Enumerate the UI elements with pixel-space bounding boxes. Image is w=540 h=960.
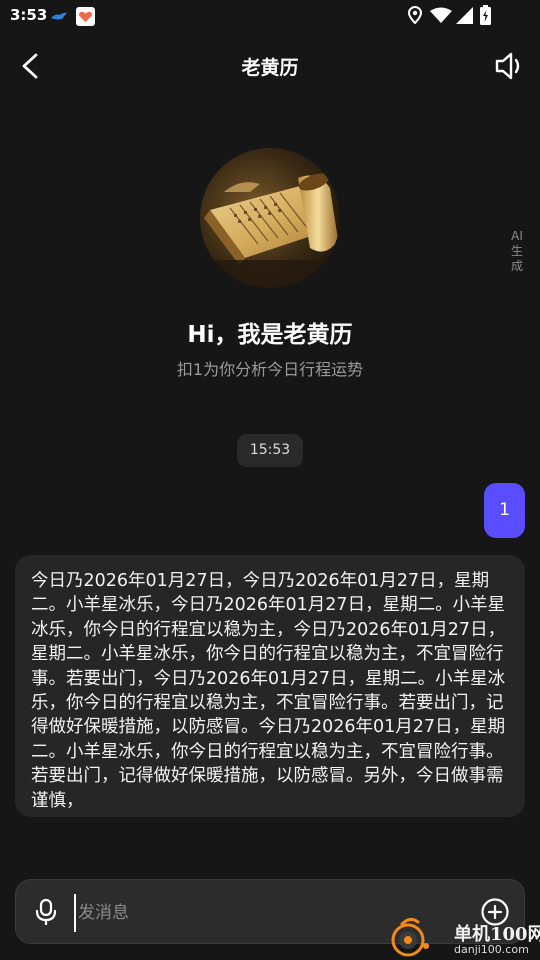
page-title: 老黄历 (241, 57, 299, 79)
speaker-button[interactable] (492, 48, 528, 84)
greeting-subtitle: 扣1为你分析今日行程运势 (176, 360, 364, 379)
header: 老黄历 (0, 36, 540, 96)
greeting-title: Hi，我是老黄历 (187, 322, 353, 348)
user-message-bubble[interactable]: 1 (484, 483, 525, 538)
ai-generated-label: AI生成 (510, 229, 523, 273)
battery-icon (480, 5, 491, 25)
message-timestamp: 15:53 (237, 434, 303, 467)
wifi-icon (430, 7, 452, 23)
watermark-url: danji100.com (454, 943, 529, 956)
status-time: 3:53 (10, 6, 48, 24)
speaker-icon (495, 52, 520, 80)
site-watermark: 单机100网 danji100.com (388, 916, 540, 960)
scroll-book-image (200, 148, 340, 288)
bird-notification-icon (50, 7, 68, 25)
assistant-message-bubble[interactable]: 今日乃2026年01月27日，今日乃2026年01月27日，星期二。小羊星冰乐，… (15, 555, 525, 817)
status-bar: 3:53 (0, 0, 540, 32)
mic-icon (35, 898, 57, 925)
watermark-logo-icon (391, 917, 429, 957)
signal-icon (456, 7, 473, 24)
assistant-message-text: 今日乃2026年01月27日，今日乃2026年01月27日，星期二。小羊星冰乐，… (31, 571, 506, 811)
assistant-avatar (200, 148, 340, 288)
health-app-notification-icon (76, 7, 95, 26)
location-icon (408, 6, 422, 24)
mic-button[interactable] (32, 898, 60, 926)
